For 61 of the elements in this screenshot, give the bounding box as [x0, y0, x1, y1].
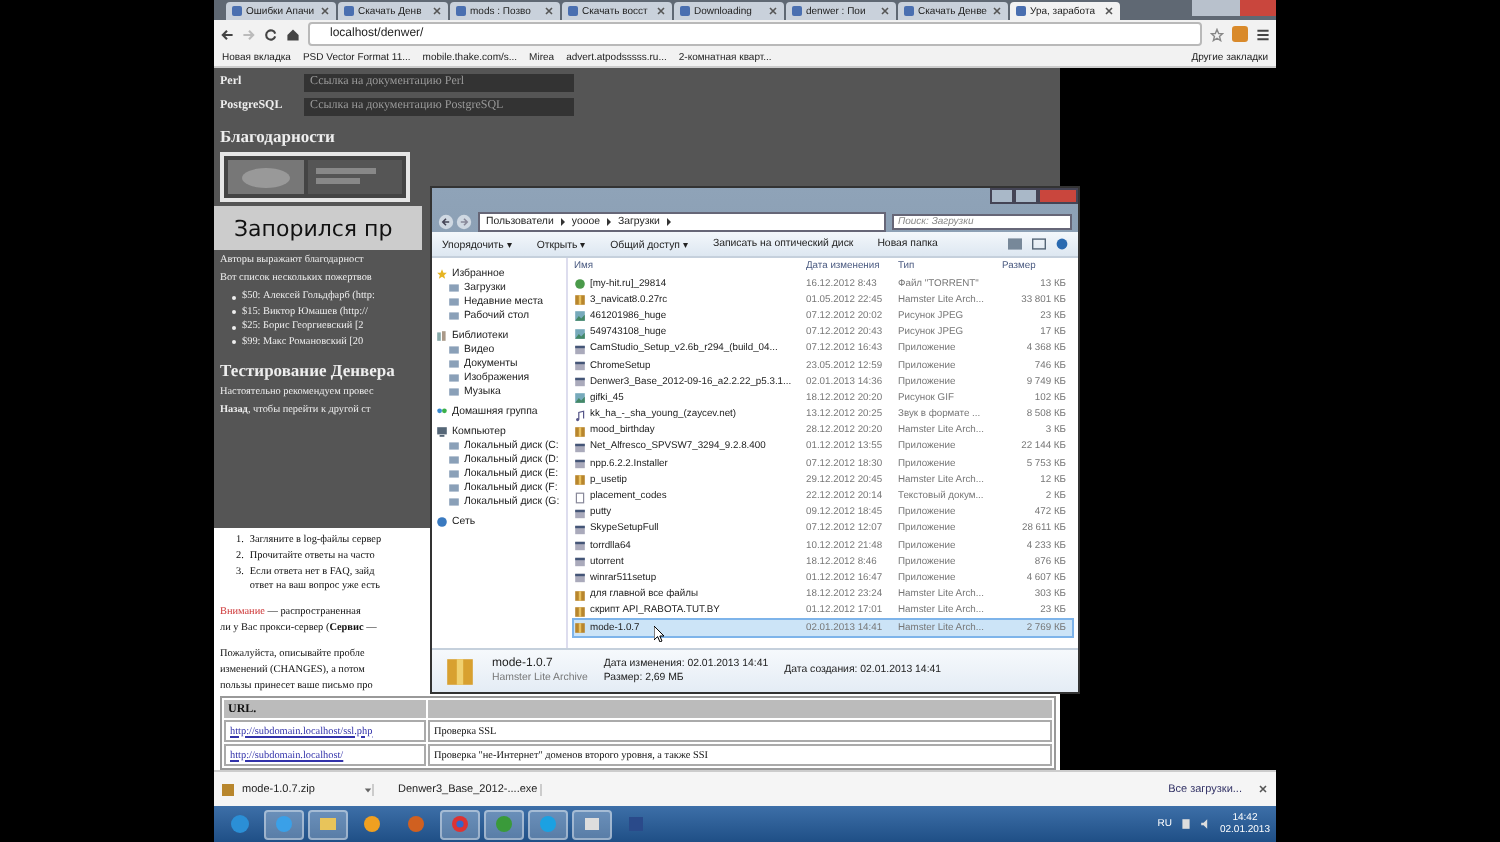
close-icon[interactable]	[768, 6, 778, 16]
image-icon	[574, 327, 586, 340]
box-icon	[444, 655, 476, 687]
minimize-button[interactable]	[990, 188, 1014, 204]
chevron-icon[interactable]	[665, 217, 672, 225]
close-icon[interactable]	[880, 6, 890, 16]
home-icon[interactable]	[286, 27, 300, 41]
favicon-icon	[568, 6, 578, 16]
favicon-icon	[456, 6, 466, 16]
close-icon[interactable]	[1104, 6, 1114, 16]
taskbar-button[interactable]	[440, 809, 480, 840]
speaker-icon[interactable]	[1199, 818, 1212, 831]
chevron-icon[interactable]	[559, 217, 566, 225]
taskbar-button[interactable]	[528, 809, 568, 840]
favicon-icon	[792, 6, 802, 16]
close-icon[interactable]	[1258, 784, 1268, 795]
reload-icon[interactable]	[264, 27, 278, 41]
banner: Запорился пр	[214, 206, 422, 250]
orb-icon	[230, 814, 250, 835]
taskbar-button[interactable]	[484, 809, 524, 840]
image-icon	[574, 392, 586, 405]
music-icon	[574, 409, 586, 422]
favicon-icon	[1016, 6, 1026, 16]
box-icon	[574, 474, 586, 487]
maximize-button[interactable]	[1014, 188, 1038, 204]
favicon-icon	[232, 6, 242, 16]
favicon-icon	[680, 6, 690, 16]
star-icon[interactable]	[1210, 27, 1224, 41]
computer-icon	[436, 425, 448, 437]
close-icon[interactable]	[432, 6, 442, 16]
box-icon	[574, 605, 586, 618]
box-icon	[574, 294, 586, 307]
box-icon	[222, 783, 234, 796]
back-icon[interactable]	[220, 27, 234, 41]
favicon-icon	[904, 6, 914, 16]
box-icon	[574, 425, 586, 438]
taskbar-button[interactable]	[264, 809, 304, 840]
library-icon	[436, 329, 448, 341]
close-icon[interactable]	[320, 6, 330, 16]
close-icon[interactable]	[992, 6, 1002, 16]
section-heading: Благодарности	[220, 126, 335, 146]
cursor-icon	[654, 625, 664, 642]
star-icon	[436, 267, 448, 279]
chevron-icon[interactable]	[606, 217, 612, 225]
document-icon	[574, 491, 586, 504]
close-icon[interactable]	[656, 6, 666, 16]
close-icon[interactable]	[544, 6, 554, 16]
box-icon	[574, 622, 586, 635]
caret-icon[interactable]	[364, 785, 372, 794]
favicon-icon	[344, 6, 354, 16]
window-icon	[582, 814, 602, 835]
taskbar-button[interactable]	[572, 809, 612, 840]
menu-icon[interactable]	[1256, 27, 1270, 41]
back-icon[interactable]	[438, 213, 454, 229]
pane-icon[interactable]	[1032, 238, 1046, 250]
box-icon	[574, 589, 586, 602]
folder-icon	[318, 814, 338, 835]
section-heading: Тестирование Денвера	[220, 360, 395, 380]
people-icon	[436, 405, 448, 417]
image-icon	[574, 310, 586, 323]
taskbar-button[interactable]	[308, 809, 348, 840]
